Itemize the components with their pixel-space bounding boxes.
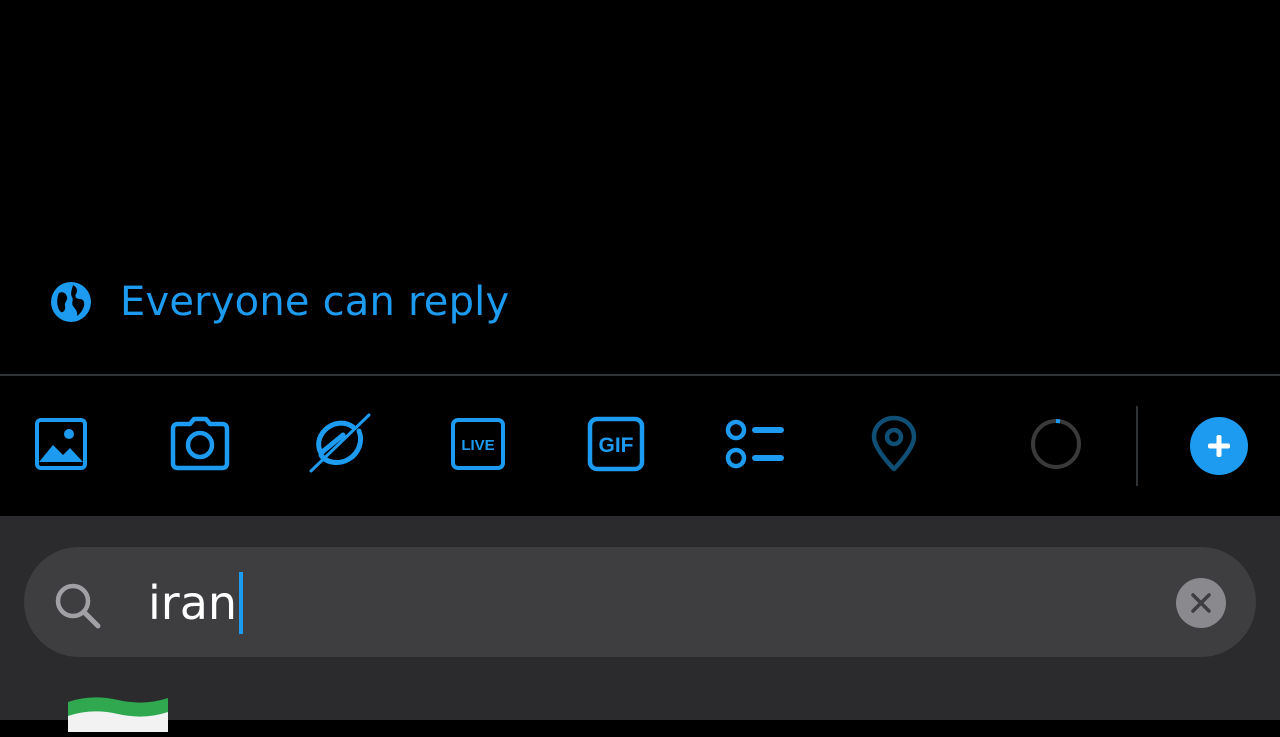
character-counter bbox=[1024, 412, 1088, 476]
iran-flag-icon bbox=[68, 697, 168, 732]
camera-icon bbox=[170, 416, 230, 471]
image-icon bbox=[35, 418, 87, 470]
compose-toolbar: LIVE GIF bbox=[0, 376, 1280, 516]
add-post-button[interactable] bbox=[1190, 417, 1248, 475]
location-button[interactable] bbox=[862, 412, 926, 476]
gif-icon: GIF bbox=[587, 416, 645, 472]
iran-flag-emoji[interactable] bbox=[66, 692, 170, 732]
poll-button[interactable] bbox=[723, 412, 787, 476]
reply-setting-label: Everyone can reply bbox=[120, 279, 510, 325]
poll-icon bbox=[725, 419, 784, 469]
toolbar-separator bbox=[1136, 406, 1138, 486]
svg-text:GIF: GIF bbox=[599, 434, 634, 457]
clear-icon bbox=[1191, 593, 1211, 613]
camera-button[interactable] bbox=[168, 412, 232, 476]
search-icon bbox=[55, 583, 101, 629]
grok-button[interactable] bbox=[308, 412, 372, 476]
search-query[interactable]: iran bbox=[148, 572, 244, 634]
svg-text:LIVE: LIVE bbox=[461, 437, 494, 454]
globe-icon bbox=[51, 282, 91, 322]
clear-search-button[interactable] bbox=[1176, 578, 1226, 628]
reply-setting-button[interactable]: Everyone can reply bbox=[50, 278, 509, 326]
live-button[interactable]: LIVE bbox=[446, 412, 510, 476]
gif-button[interactable]: GIF bbox=[584, 412, 648, 476]
plus-icon bbox=[1208, 435, 1230, 457]
search-query-text: iran bbox=[148, 576, 238, 630]
text-caret bbox=[239, 572, 244, 634]
emoji-search-field[interactable]: iran bbox=[24, 547, 1256, 657]
grok-icon bbox=[309, 413, 371, 473]
compose-area: Everyone can reply bbox=[0, 0, 1280, 375]
emoji-keyboard-panel: iran bbox=[0, 516, 1280, 732]
character-counter-icon bbox=[1031, 419, 1081, 469]
image-button[interactable] bbox=[29, 412, 93, 476]
location-icon bbox=[871, 415, 917, 472]
live-icon: LIVE bbox=[451, 418, 505, 470]
